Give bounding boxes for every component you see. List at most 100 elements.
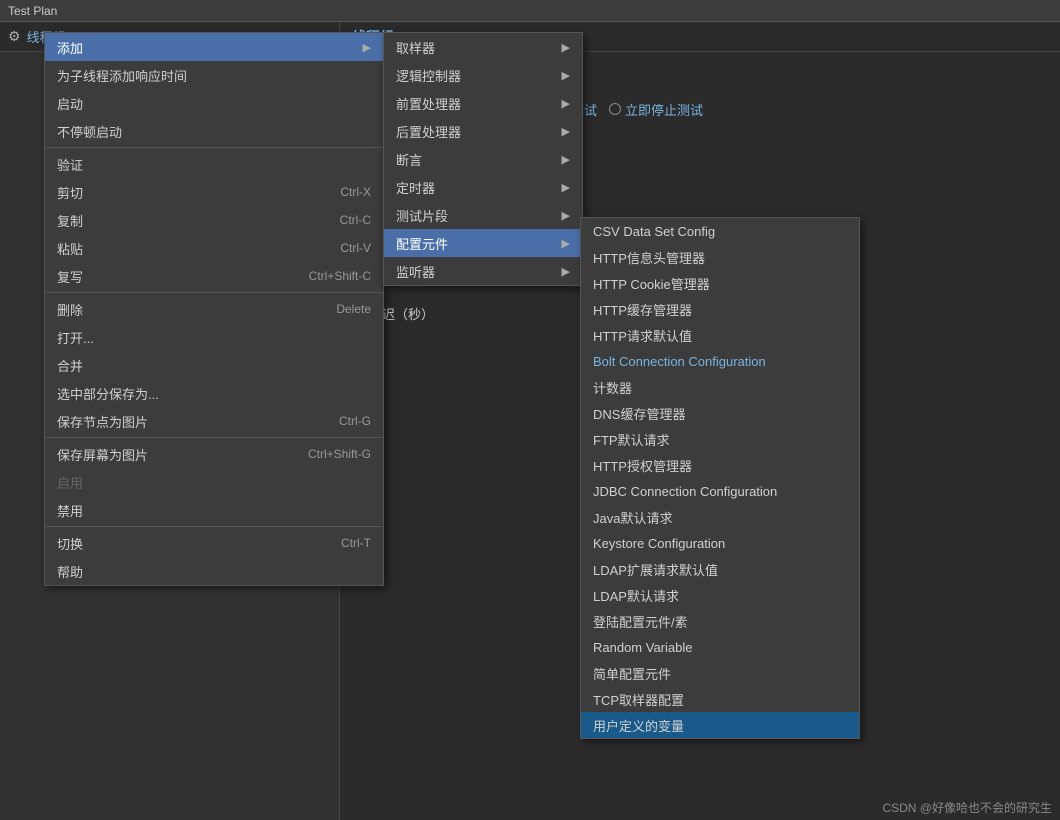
menu3-item-7[interactable]: DNS缓存管理器 xyxy=(581,400,859,426)
menu1-item-15[interactable]: 启用 xyxy=(45,468,383,496)
menu3-item-13[interactable]: LDAP扩展请求默认值 xyxy=(581,556,859,582)
menu1-item-13[interactable]: 保存节点为图片Ctrl-G xyxy=(45,407,383,435)
menu3-item-label-17: 简单配置元件 xyxy=(593,664,671,683)
menu3-item-label-6: 计数器 xyxy=(593,378,632,397)
menu2-arrow-2: ▶ xyxy=(562,97,570,110)
menu3-item-10[interactable]: JDBC Connection Configuration xyxy=(581,478,859,504)
menu2-arrow-3: ▶ xyxy=(562,125,570,138)
menu1-item-4[interactable]: 验证 xyxy=(45,150,383,178)
menu1-item-8[interactable]: 复写Ctrl+Shift-C xyxy=(45,262,383,290)
menu3-item-17[interactable]: 简单配置元件 xyxy=(581,660,859,686)
menu2-item-3[interactable]: 后置处理器 ▶ xyxy=(384,117,582,145)
menu1-shortcut-7: Ctrl-V xyxy=(340,241,371,255)
menu3-item-5[interactable]: Bolt Connection Configuration xyxy=(581,348,859,374)
menu1-item-label-8: 复写 xyxy=(57,267,83,286)
menu1-item-label-5: 剪切 xyxy=(57,183,83,202)
menu3-item-label-10: JDBC Connection Configuration xyxy=(593,484,777,499)
menu2-item-6[interactable]: 测试片段 ▶ xyxy=(384,201,582,229)
menu1-item-label-16: 禁用 xyxy=(57,501,83,520)
radio-stop-now-circle xyxy=(609,103,621,115)
menu3-item-15[interactable]: 登陆配置元件/素 xyxy=(581,608,859,634)
menu2-item-8[interactable]: 监听器▶ xyxy=(384,257,582,285)
menu3-item-19[interactable]: 用户定义的变量 xyxy=(581,712,859,738)
menu1-item-label-2: 启动 xyxy=(57,94,83,113)
menu3-item-14[interactable]: LDAP默认请求 xyxy=(581,582,859,608)
menu2-item-1[interactable]: 逻辑控制器▶ xyxy=(384,61,582,89)
menu1-shortcut-13: Ctrl-G xyxy=(339,414,371,428)
menu1-item-2[interactable]: 启动 xyxy=(45,89,383,117)
menu2-item-0[interactable]: 取样器▶ xyxy=(384,33,582,61)
context-menu-2: 取样器▶逻辑控制器▶前置处理器▶后置处理器▶断言▶定时器▶测试片段▶配置元件▶监… xyxy=(383,32,583,286)
menu1-separator-17 xyxy=(45,526,383,527)
menu2-item-7[interactable]: 配置元件▶ xyxy=(384,229,582,257)
menu1-item-label-3: 不停顿启动 xyxy=(57,122,122,141)
menu1-item-18[interactable]: 帮助 xyxy=(45,557,383,585)
menu3-item-label-5: Bolt Connection Configuration xyxy=(593,354,766,369)
menu3-item-11[interactable]: Java默认请求 xyxy=(581,504,859,530)
menu2-item-4[interactable]: 断言 ▶ xyxy=(384,145,582,173)
menu2-arrow-5: ▶ xyxy=(562,181,570,194)
menu3-item-label-0: CSV Data Set Config xyxy=(593,224,715,239)
menu3-item-9[interactable]: HTTP授权管理器 xyxy=(581,452,859,478)
menu3-item-16[interactable]: Random Variable xyxy=(581,634,859,660)
menu1-item-5[interactable]: 剪切 Ctrl-X xyxy=(45,178,383,206)
menu1-item-12[interactable]: 选中部分保存为... xyxy=(45,379,383,407)
menu2-item-label-0: 取样器 xyxy=(396,38,435,57)
menu3-item-label-8: FTP默认请求 xyxy=(593,430,670,449)
menu3-item-0[interactable]: CSV Data Set Config xyxy=(581,218,859,244)
menu1-item-label-18: 帮助 xyxy=(57,562,83,581)
menu2-arrow-1: ▶ xyxy=(562,69,570,82)
menu1-item-label-4: 验证 xyxy=(57,155,83,174)
menu1-item-label-7: 粘贴 xyxy=(57,239,83,258)
menu1-item-0[interactable]: 添加▶ xyxy=(45,33,383,61)
menu1-item-17[interactable]: 切换Ctrl-T xyxy=(45,529,383,557)
menu2-item-label-5: 定时器 xyxy=(396,178,435,197)
menu2-item-5[interactable]: 定时器 ▶ xyxy=(384,173,582,201)
menu1-item-10[interactable]: 打开... xyxy=(45,323,383,351)
menu1-shortcut-5: Ctrl-X xyxy=(340,185,371,199)
menu3-item-1[interactable]: HTTP信息头管理器 xyxy=(581,244,859,270)
menu1-item-16[interactable]: 禁用 xyxy=(45,496,383,524)
menu2-item-2[interactable]: 前置处理器 ▶ xyxy=(384,89,582,117)
menu1-item-7[interactable]: 粘贴 Ctrl-V xyxy=(45,234,383,262)
menu3-item-label-4: HTTP请求默认值 xyxy=(593,326,692,345)
menu1-item-label-15: 启用 xyxy=(57,473,83,492)
menu1-item-1[interactable]: 为子线程添加响应时间 xyxy=(45,61,383,89)
menu1-item-9[interactable]: 删除Delete xyxy=(45,295,383,323)
menu1-item-3[interactable]: 不停顿启动 xyxy=(45,117,383,145)
menu3-item-2[interactable]: HTTP Cookie管理器 xyxy=(581,270,859,296)
menu3-item-6[interactable]: 计数器 xyxy=(581,374,859,400)
menu2-item-label-6: 测试片段 xyxy=(396,206,448,225)
top-bar-title: Test Plan xyxy=(8,4,57,18)
menu1-separator-14 xyxy=(45,437,383,438)
menu3-item-label-19: 用户定义的变量 xyxy=(593,716,684,735)
context-menu-3: CSV Data Set Config HTTP信息头管理器HTTP Cookie… xyxy=(580,217,860,739)
menu2-item-label-7: 配置元件 xyxy=(396,234,448,253)
menu1-item-6[interactable]: 复制Ctrl-C xyxy=(45,206,383,234)
menu3-item-12[interactable]: Keystore Configuration xyxy=(581,530,859,556)
menu3-item-label-11: Java默认请求 xyxy=(593,508,672,527)
radio-stop-now[interactable]: 立即停止测试 xyxy=(609,100,703,119)
context-menu-1: 添加▶为子线程添加响应时间启动不停顿启动验证剪切Ctrl-X复制Ctrl-C粘贴… xyxy=(44,32,384,586)
menu1-shortcut-9: Delete xyxy=(336,302,371,316)
menu3-item-label-16: Random Variable xyxy=(593,640,692,655)
menu2-item-label-3: 后置处理器 xyxy=(396,122,461,141)
watermark: CSDN @好像哈也不会的研究生 xyxy=(882,799,1052,816)
menu1-item-14[interactable]: 保存屏幕为图片Ctrl+Shift-G xyxy=(45,440,383,468)
menu3-item-label-9: HTTP授权管理器 xyxy=(593,456,692,475)
menu2-item-label-4: 断言 xyxy=(396,150,422,169)
menu2-item-label-2: 前置处理器 xyxy=(396,94,461,113)
menu1-item-label-1: 为子线程添加响应时间 xyxy=(57,66,187,85)
radio-stop-now-label: 立即停止测试 xyxy=(625,100,703,119)
menu3-item-label-12: Keystore Configuration xyxy=(593,536,725,551)
menu3-item-3[interactable]: HTTP缓存管理器 xyxy=(581,296,859,322)
menu3-item-8[interactable]: FTP默认请求 xyxy=(581,426,859,452)
menu2-arrow-4: ▶ xyxy=(562,153,570,166)
menu2-item-label-8: 监听器 xyxy=(396,262,435,281)
menu2-arrow-6: ▶ xyxy=(562,209,570,222)
menu1-item-label-11: 合并 xyxy=(57,356,83,375)
menu3-item-18[interactable]: TCP取样器配置 xyxy=(581,686,859,712)
menu3-item-label-15: 登陆配置元件/素 xyxy=(593,612,688,631)
menu1-item-11[interactable]: 合并 xyxy=(45,351,383,379)
menu3-item-4[interactable]: HTTP请求默认值 xyxy=(581,322,859,348)
